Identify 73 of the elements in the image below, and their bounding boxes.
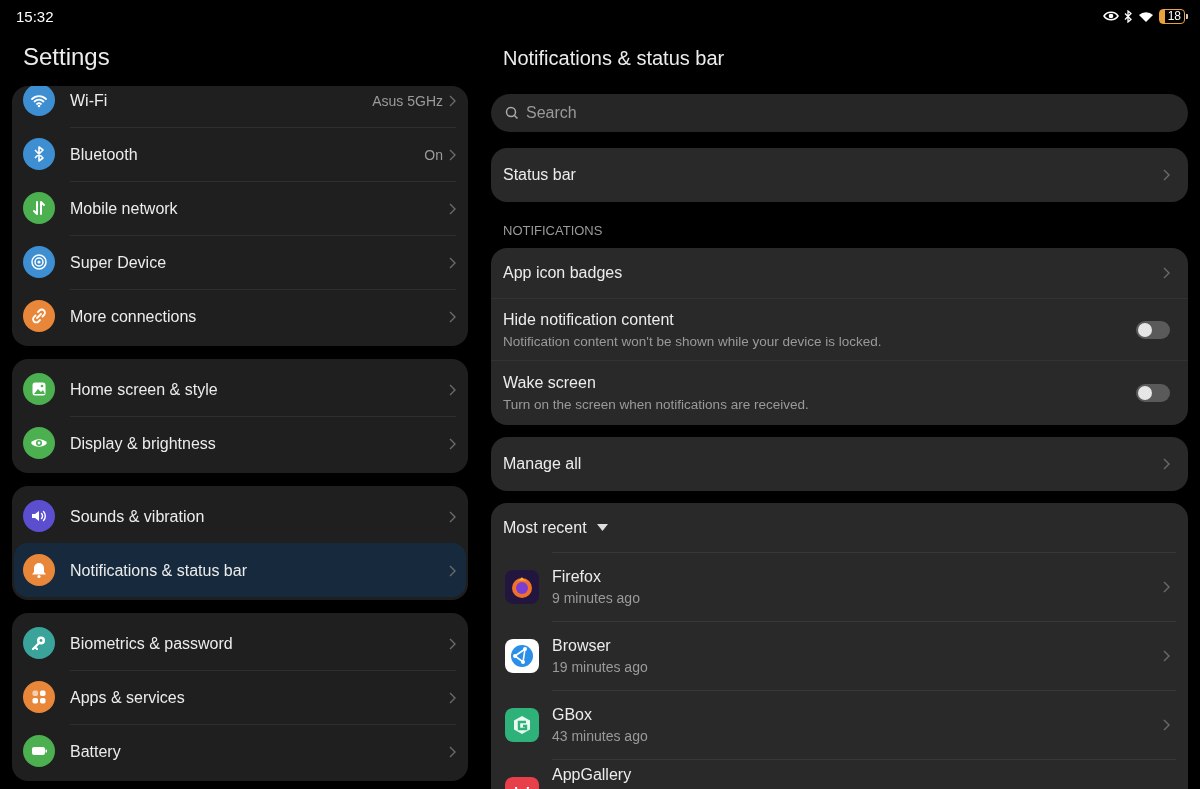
settings-row[interactable]: More connections [14, 289, 466, 343]
toggle-switch[interactable] [1136, 320, 1170, 339]
search-icon [505, 106, 519, 120]
settings-label[interactable]: Super Device [70, 253, 443, 272]
chevron-icon [1163, 719, 1170, 731]
app-time: 43 minutes ago [552, 728, 649, 744]
caret-icon[interactable] [596, 524, 608, 531]
app-time: 19 minutes ago [552, 659, 649, 675]
settings-row[interactable]: Super Device [14, 235, 466, 289]
settings-row[interactable]: Bluetooth On [14, 127, 466, 181]
settings-label[interactable]: App icon badges [503, 264, 1155, 282]
chevron-icon [449, 510, 456, 523]
settings-label[interactable]: Biometrics & password [70, 634, 443, 653]
battery-icon: 18 [1158, 8, 1188, 24]
chevron-icon [449, 202, 456, 215]
settings-description: Notification content won't be shown while your device is locked. [503, 333, 883, 349]
settings-label[interactable]: More connections [70, 307, 443, 326]
settings-row[interactable]: Mobile network [14, 181, 466, 235]
settings-row[interactable]: Biometrics & password [14, 616, 466, 670]
settings-label: Hide notification content [503, 310, 675, 329]
page-title: Settings [22, 42, 111, 72]
sort-label[interactable]: Most recent [503, 518, 587, 537]
app-name[interactable]: AppGallery [552, 766, 1170, 784]
bluetooth-icon [1123, 9, 1133, 23]
settings-label[interactable]: Mobile network [70, 199, 443, 218]
settings-row[interactable]: Wi-Fi Asus 5GHz [14, 86, 466, 127]
settings-label[interactable]: Apps & services [70, 688, 443, 707]
settings-label: Wake screen [503, 374, 597, 392]
settings-row[interactable]: Sounds & vibration [14, 489, 466, 543]
chevron-icon [1163, 650, 1170, 662]
settings-description: Turn on the screen when notifications are received. [503, 397, 810, 412]
app-name[interactable]: GBox [552, 706, 1163, 724]
wifi-icon [1137, 9, 1154, 23]
search-field[interactable]: Search [491, 94, 1188, 132]
app-name[interactable]: Browser [552, 637, 1163, 655]
settings-row[interactable]: Battery [14, 724, 466, 778]
settings-label[interactable]: Notifications & status bar [70, 561, 443, 580]
chevron-icon [449, 94, 456, 107]
section-header: NOTIFICATIONS [502, 222, 604, 240]
settings-row[interactable]: Apps & services [14, 670, 466, 724]
settings-value: On [424, 146, 443, 163]
chevron-icon [449, 256, 456, 269]
page-title: Notifications & status bar [502, 46, 726, 71]
chevron-icon [449, 564, 456, 577]
settings-row[interactable]: Notifications & status bar [14, 543, 466, 597]
chevron-icon [449, 691, 456, 704]
settings-label[interactable]: Battery [70, 742, 443, 761]
settings-label[interactable]: Display & brightness [70, 434, 443, 453]
settings-label[interactable]: Wi-Fi [70, 91, 367, 110]
chevron-icon [449, 310, 456, 323]
settings-label[interactable]: Home screen & style [70, 380, 443, 399]
chevron-icon [449, 437, 456, 450]
settings-label[interactable]: Sounds & vibration [70, 507, 443, 526]
chevron-icon [1163, 267, 1170, 279]
clock-time: 15:32 [16, 7, 54, 25]
chevron-icon [1163, 581, 1170, 593]
chevron-icon [1163, 458, 1170, 470]
chevron-icon [449, 383, 456, 396]
fox-logo-icon [505, 569, 539, 604]
settings-value: Asus 5GHz [372, 92, 443, 109]
settings-row[interactable]: Display & brightness [14, 416, 466, 470]
globe-icon [505, 638, 539, 673]
chevron-icon [1163, 169, 1170, 181]
app-name[interactable]: Firefox [552, 568, 1163, 586]
eye-icon [1102, 10, 1119, 22]
hexagon-logo-icon [505, 707, 539, 742]
app-time: 9 minutes ago [552, 590, 641, 606]
chevron-icon [449, 148, 456, 161]
settings-label[interactable]: Bluetooth [70, 145, 419, 164]
toggle-switch[interactable] [1136, 384, 1170, 402]
chevron-icon [449, 637, 456, 650]
chevron-icon [449, 745, 456, 758]
settings-row[interactable]: Home screen & style [14, 362, 466, 416]
